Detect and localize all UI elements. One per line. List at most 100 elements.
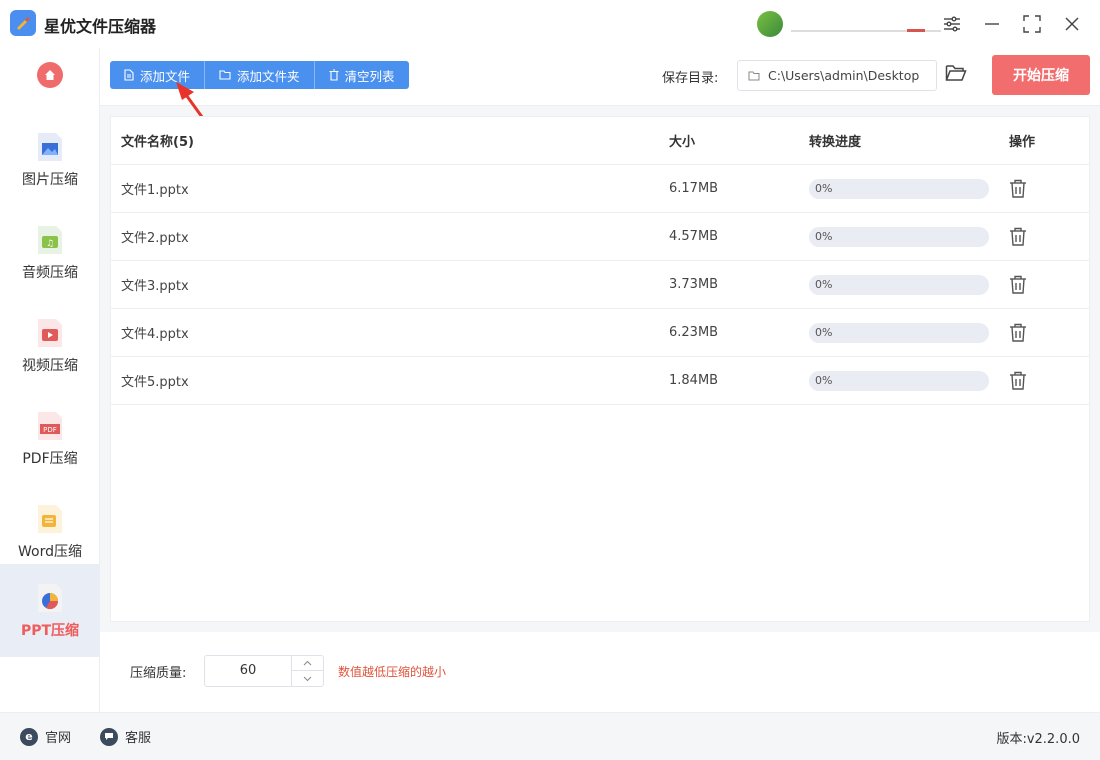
file-size: 4.57MB xyxy=(669,229,719,244)
open-folder-icon xyxy=(945,65,967,81)
add-file-button[interactable]: 添加文件 xyxy=(110,61,206,89)
image-file-icon xyxy=(36,131,64,163)
word-file-icon xyxy=(36,503,64,535)
chevron-down-icon xyxy=(303,676,312,681)
header-progress: 转换进度 xyxy=(809,135,862,150)
file-size: 6.23MB xyxy=(669,325,719,340)
sidebar-item-ppt[interactable]: PPT压缩 xyxy=(0,564,100,657)
sidebar: 图片压缩 ♫ 音频压缩 视频压缩 PDF PDF压缩 Word压缩 PPT压缩 xyxy=(0,48,100,712)
header-action: 操作 xyxy=(1009,135,1036,150)
file-name: 文件4.pptx xyxy=(121,327,189,342)
sidebar-item-label: Word压缩 xyxy=(18,543,82,560)
website-icon: e xyxy=(20,727,38,746)
trash-icon xyxy=(1010,371,1026,390)
file-name: 文件1.pptx xyxy=(121,183,189,198)
trash-icon xyxy=(1010,179,1026,198)
sidebar-item-video[interactable]: 视频压缩 xyxy=(0,299,100,392)
start-compress-button[interactable]: 开始压缩 xyxy=(992,55,1090,95)
quality-stepper[interactable]: 60 xyxy=(204,655,324,687)
table-row[interactable]: 文件5.pptx 1.84MB 0% xyxy=(111,357,1089,405)
app-title: 星优文件压缩器 xyxy=(44,17,157,36)
settings-icon[interactable] xyxy=(940,12,964,36)
trash-icon xyxy=(1010,275,1026,294)
clear-list-button[interactable]: 清空列表 xyxy=(315,61,409,89)
delete-button[interactable] xyxy=(1009,179,1027,198)
table-header: 文件名称(5) 大小 转换进度 操作 xyxy=(111,117,1089,165)
sidebar-item-label: 音频压缩 xyxy=(22,264,78,281)
add-folder-button[interactable]: 添加文件夹 xyxy=(205,61,315,89)
quality-panel: 压缩质量: 60 数值越低压缩的越小 xyxy=(100,632,1100,712)
sidebar-item-label: 图片压缩 xyxy=(22,171,78,188)
progress-text: 0% xyxy=(815,277,833,291)
folder-icon xyxy=(219,70,231,80)
file-button-group: 添加文件 添加文件夹 清空列表 xyxy=(110,61,409,89)
pdf-file-icon: PDF xyxy=(36,410,64,442)
sidebar-item-audio[interactable]: ♫ 音频压缩 xyxy=(0,206,100,299)
home-button[interactable] xyxy=(37,62,63,88)
trash-icon xyxy=(1010,227,1026,246)
avatar[interactable] xyxy=(757,11,783,37)
header-name: 文件名称(5) xyxy=(121,135,194,150)
quality-label: 压缩质量: xyxy=(130,666,187,681)
file-table: 文件名称(5) 大小 转换进度 操作 文件1.pptx 6.17MB 0% 文件2.p… xyxy=(110,116,1090,622)
progress-cell: 0% xyxy=(809,322,989,343)
add-file-label: 添加文件 xyxy=(140,68,191,84)
support-label: 客服 xyxy=(125,731,152,746)
progress-bar: 0% xyxy=(809,370,989,391)
table-row[interactable]: 文件3.pptx 3.73MB 0% xyxy=(111,261,1089,309)
browse-folder-button[interactable] xyxy=(945,64,969,86)
minimize-icon[interactable] xyxy=(980,12,1004,36)
toolbar: 添加文件 添加文件夹 清空列表 保存目录: C:\Users\admin\Des… xyxy=(100,48,1100,106)
sidebar-item-pdf[interactable]: PDF PDF压缩 xyxy=(0,392,100,485)
close-icon[interactable] xyxy=(1060,12,1084,36)
file-name: 文件3.pptx xyxy=(121,279,189,294)
add-folder-label: 添加文件夹 xyxy=(237,68,300,84)
folder-icon xyxy=(748,71,760,81)
save-path-value: C:\Users\admin\Desktop xyxy=(768,68,920,83)
table-row[interactable]: 文件1.pptx 6.17MB 0% xyxy=(111,165,1089,213)
trash-icon xyxy=(329,69,339,81)
sidebar-item-label: 视频压缩 xyxy=(22,357,78,374)
support-link[interactable]: 客服 xyxy=(100,727,151,746)
save-directory-label: 保存目录: xyxy=(662,71,719,86)
progress-cell: 0% xyxy=(809,370,989,391)
audio-file-icon: ♫ xyxy=(36,224,64,256)
delete-button[interactable] xyxy=(1009,227,1027,246)
increment-button[interactable] xyxy=(292,656,323,671)
file-name: 文件5.pptx xyxy=(121,375,189,390)
footer: e 官网 客服 版本:v2.2.0.0 xyxy=(0,712,1100,760)
sidebar-item-label: PDF压缩 xyxy=(22,450,78,467)
user-account[interactable] xyxy=(757,10,941,38)
header-size: 大小 xyxy=(669,135,696,150)
progress-bar: 0% xyxy=(809,322,989,343)
sidebar-item-label: PPT压缩 xyxy=(20,622,80,639)
file-icon xyxy=(124,69,134,81)
progress-text: 0% xyxy=(815,229,833,243)
table-row[interactable]: 文件4.pptx 6.23MB 0% xyxy=(111,309,1089,357)
table-row[interactable]: 文件2.pptx 4.57MB 0% xyxy=(111,213,1089,261)
app-logo-icon xyxy=(10,10,36,36)
file-size: 1.84MB xyxy=(669,373,719,388)
delete-button[interactable] xyxy=(1009,323,1027,342)
website-link[interactable]: e 官网 xyxy=(20,727,71,746)
progress-bar: 0% xyxy=(809,226,989,247)
title-bar: 星优文件压缩器 xyxy=(0,0,1100,48)
decrement-button[interactable] xyxy=(292,671,323,686)
svg-text:♫: ♫ xyxy=(46,239,54,249)
delete-button[interactable] xyxy=(1009,275,1027,294)
svg-text:PDF: PDF xyxy=(43,426,57,434)
progress-cell: 0% xyxy=(809,274,989,295)
trash-icon xyxy=(1010,323,1026,342)
quality-spinner xyxy=(291,656,323,686)
maximize-icon[interactable] xyxy=(1020,12,1044,36)
website-label: 官网 xyxy=(45,731,72,746)
chevron-up-icon xyxy=(303,660,312,666)
quality-hint: 数值越低压缩的越小 xyxy=(338,665,447,679)
quality-value[interactable]: 60 xyxy=(205,656,291,686)
progress-cell: 0% xyxy=(809,226,989,247)
progress-text: 0% xyxy=(815,373,833,387)
save-path-input[interactable]: C:\Users\admin\Desktop xyxy=(737,60,937,91)
sidebar-item-image[interactable]: 图片压缩 xyxy=(0,113,100,206)
chat-icon xyxy=(100,727,118,746)
delete-button[interactable] xyxy=(1009,371,1027,390)
